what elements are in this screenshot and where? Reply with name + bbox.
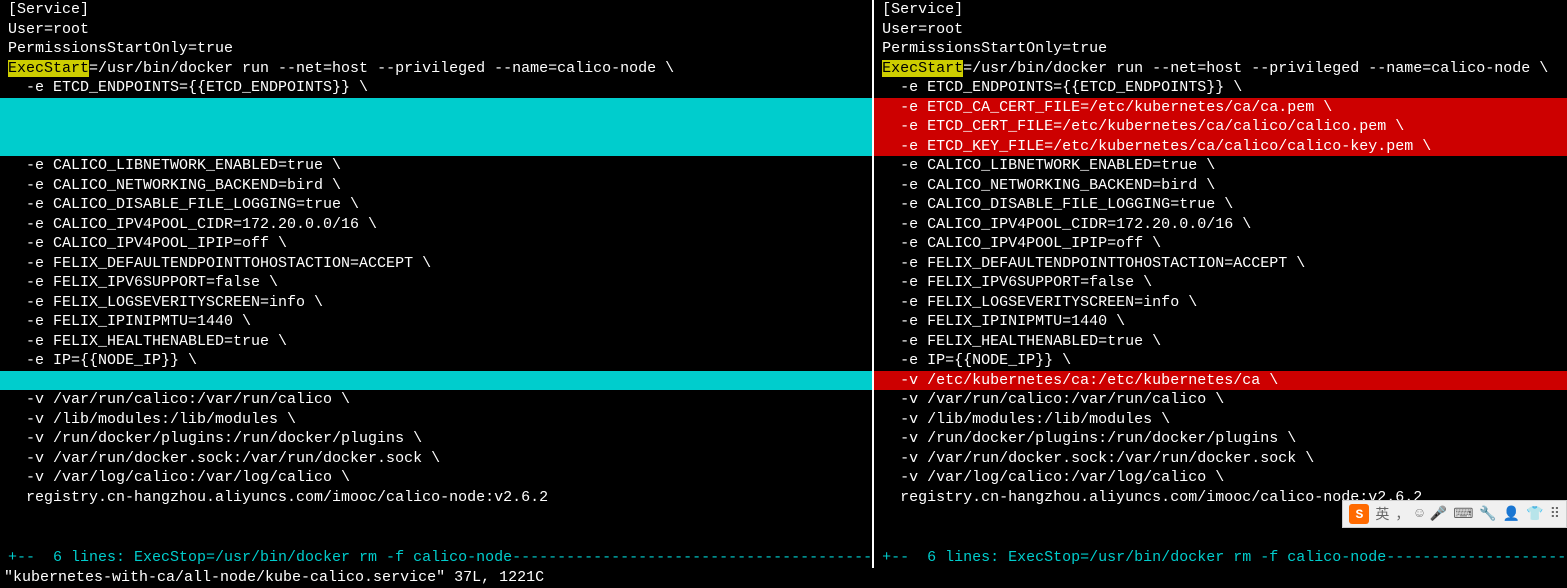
ime-lang[interactable]: 英 (1375, 504, 1389, 524)
code-line[interactable]: -e FELIX_DEFAULTENDPOINTTOHOSTACTION=ACC… (874, 254, 1567, 274)
code-line[interactable]: [Service] (874, 0, 1567, 20)
code-line[interactable]: -v /var/log/calico:/var/log/calico \ (0, 468, 872, 488)
code-line[interactable]: -v /run/docker/plugins:/run/docker/plugi… (0, 429, 872, 449)
code-line[interactable]: -e CALICO_IPV4POOL_CIDR=172.20.0.0/16 \ (874, 215, 1567, 235)
code-line[interactable]: -v /lib/modules:/lib/modules \ (874, 410, 1567, 430)
code-line[interactable]: -e ETCD_CERT_FILE=/etc/kubernetes/ca/cal… (874, 117, 1567, 137)
code-line[interactable]: -e CALICO_LIBNETWORK_ENABLED=true \ (0, 156, 872, 176)
search-highlight: ExecStart (8, 60, 89, 77)
ime-keyboard-icon[interactable]: ⌨ (1453, 506, 1473, 523)
code-line[interactable]: ExecStart=/usr/bin/docker run --net=host… (874, 59, 1567, 79)
code-line[interactable]: -e CALICO_NETWORKING_BACKEND=bird \ (874, 176, 1567, 196)
code-line[interactable]: PermissionsStartOnly=true (874, 39, 1567, 59)
code-line[interactable]: -e FELIX_LOGSEVERITYSCREEN=info \ (874, 293, 1567, 313)
code-line[interactable]: -e ETCD_CA_CERT_FILE=/etc/kubernetes/ca/… (874, 98, 1567, 118)
ime-user-icon[interactable]: 👤 (1503, 506, 1520, 523)
ime-toolbar[interactable]: S 英 ， ☺ 🎤 ⌨ 🔧 👤 👕 ⠿ (1342, 500, 1567, 528)
ime-tool-icon[interactable]: 🔧 (1479, 506, 1496, 523)
ime-mic-icon[interactable]: 🎤 (1430, 506, 1447, 523)
code-line[interactable]: -v /run/docker/plugins:/run/docker/plugi… (874, 429, 1567, 449)
code-line[interactable]: -e ETCD_KEY_FILE=/etc/kubernetes/ca/cali… (874, 137, 1567, 157)
left-content[interactable]: [Service]User=rootPermissionsStartOnly=t… (0, 0, 872, 549)
code-line[interactable]: -e FELIX_IPINIPMTU=1440 \ (874, 312, 1567, 332)
code-line[interactable]: -e CALICO_NETWORKING_BACKEND=bird \ (0, 176, 872, 196)
command-line[interactable]: "kubernetes-with-ca/all-node/kube-calico… (0, 568, 1567, 588)
code-line[interactable]: -e FELIX_IPINIPMTU=1440 \ (0, 312, 872, 332)
code-line[interactable]: -e IP={{NODE_IP}} \ (0, 351, 872, 371)
code-line[interactable]: -e FELIX_HEALTHENABLED=true \ (0, 332, 872, 352)
code-line[interactable]: -e ETCD_ENDPOINTS={{ETCD_ENDPOINTS}} \ (874, 78, 1567, 98)
code-line[interactable]: [Service] (0, 0, 872, 20)
code-line[interactable]: ExecStart=/usr/bin/docker run --net=host… (0, 59, 872, 79)
ime-logo-icon[interactable]: S (1349, 504, 1369, 524)
code-line[interactable]: -e FELIX_IPV6SUPPORT=false \ (0, 273, 872, 293)
code-line[interactable]: -e FELIX_IPV6SUPPORT=false \ (874, 273, 1567, 293)
code-line[interactable]: User=root (874, 20, 1567, 40)
code-line[interactable] (0, 371, 872, 391)
ime-emoji-icon[interactable]: ☺ (1415, 506, 1423, 522)
ime-menu-icon[interactable]: ⠿ (1550, 506, 1560, 523)
search-highlight: ExecStart (882, 60, 963, 77)
code-line[interactable]: registry.cn-hangzhou.aliyuncs.com/imooc/… (0, 488, 872, 508)
code-line[interactable]: -v /var/run/calico:/var/run/calico \ (0, 390, 872, 410)
right-fold-line[interactable]: +-- 6 lines: ExecStop=/usr/bin/docker rm… (874, 549, 1567, 569)
left-pane: [Service]User=rootPermissionsStartOnly=t… (0, 0, 872, 588)
code-line[interactable]: -e FELIX_DEFAULTENDPOINTTOHOSTACTION=ACC… (0, 254, 872, 274)
fold-text: +-- 6 lines: ExecStop=/usr/bin/docker rm… (882, 549, 1567, 566)
code-line[interactable] (0, 117, 872, 137)
ime-punct-icon[interactable]: ， (1395, 504, 1409, 524)
code-line[interactable]: -v /lib/modules:/lib/modules \ (0, 410, 872, 430)
vimdiff-container: [Service]User=rootPermissionsStartOnly=t… (0, 0, 1567, 588)
left-fold-line[interactable]: +-- 6 lines: ExecStop=/usr/bin/docker rm… (0, 549, 872, 569)
code-line[interactable]: -e CALICO_IPV4POOL_IPIP=off \ (0, 234, 872, 254)
code-line[interactable]: -e CALICO_LIBNETWORK_ENABLED=true \ (874, 156, 1567, 176)
ime-skin-icon[interactable]: 👕 (1526, 506, 1543, 523)
code-line[interactable]: -e ETCD_ENDPOINTS={{ETCD_ENDPOINTS}} \ (0, 78, 872, 98)
code-line[interactable]: -e CALICO_IPV4POOL_CIDR=172.20.0.0/16 \ (0, 215, 872, 235)
code-line[interactable]: User=root (0, 20, 872, 40)
code-line[interactable]: -v /etc/kubernetes/ca:/etc/kubernetes/ca… (874, 371, 1567, 391)
right-content[interactable]: [Service]User=rootPermissionsStartOnly=t… (874, 0, 1567, 549)
code-line[interactable]: -e CALICO_IPV4POOL_IPIP=off \ (874, 234, 1567, 254)
code-line[interactable]: -v /var/run/docker.sock:/var/run/docker.… (0, 449, 872, 469)
code-line[interactable]: -e FELIX_HEALTHENABLED=true \ (874, 332, 1567, 352)
code-line[interactable] (0, 137, 872, 157)
code-line[interactable]: -e IP={{NODE_IP}} \ (874, 351, 1567, 371)
code-line[interactable]: PermissionsStartOnly=true (0, 39, 872, 59)
code-line[interactable]: -e FELIX_LOGSEVERITYSCREEN=info \ (0, 293, 872, 313)
fold-text: +-- 6 lines: ExecStop=/usr/bin/docker rm… (8, 549, 872, 566)
code-line[interactable]: -e CALICO_DISABLE_FILE_LOGGING=true \ (874, 195, 1567, 215)
code-line[interactable]: -v /var/run/docker.sock:/var/run/docker.… (874, 449, 1567, 469)
code-line[interactable]: -e CALICO_DISABLE_FILE_LOGGING=true \ (0, 195, 872, 215)
code-line[interactable]: -v /var/run/calico:/var/run/calico \ (874, 390, 1567, 410)
code-line[interactable] (0, 98, 872, 118)
code-line[interactable]: -v /var/log/calico:/var/log/calico \ (874, 468, 1567, 488)
